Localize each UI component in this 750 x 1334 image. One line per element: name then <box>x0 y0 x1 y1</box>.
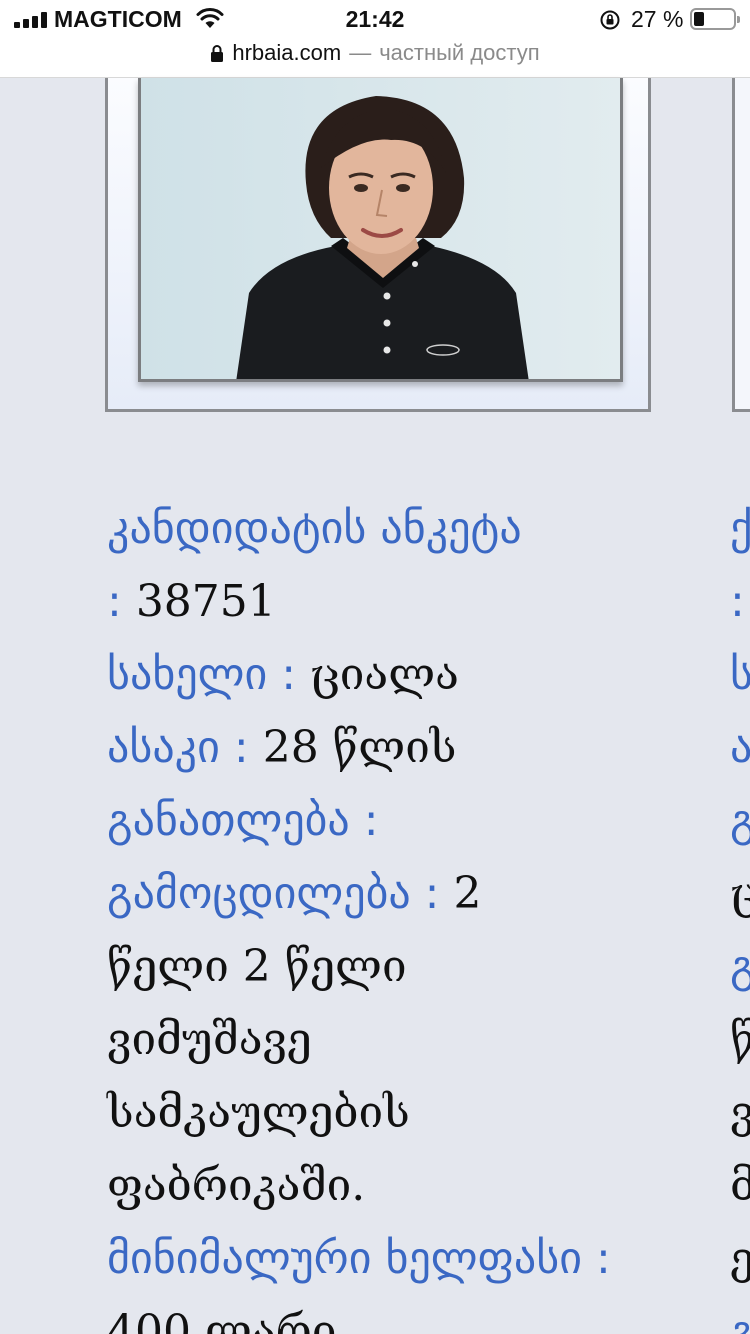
battery-icon <box>690 8 740 30</box>
name-value: ციალა <box>310 649 459 700</box>
next-candidate-frame[interactable] <box>732 78 750 412</box>
salary-row: მინიმალური ხელფასი : 400 ლარი <box>107 1222 647 1334</box>
lock-icon <box>211 44 224 62</box>
candidate-info: კანდიდატის ანკეტა : 38751 სახელი : ციალა… <box>107 492 647 1334</box>
name-row: სახელი : ციალა <box>107 649 459 700</box>
next-candidate-info-edge: ქ:საგცგწვმეგ <box>730 503 750 1334</box>
age-label: ასაკი <box>107 722 220 773</box>
salary-label: მინიმალური ხელფასი <box>107 1233 583 1284</box>
form-number-value-row: : 38751 <box>107 565 647 638</box>
form-number-row: კანდიდატის ანკეტა <box>107 492 647 565</box>
form-number: 38751 <box>135 576 276 627</box>
age-row: ასაკი : 28 წლის <box>107 722 457 773</box>
salary-value: 400 ლარი <box>107 1306 337 1334</box>
private-browsing-label: частный доступ <box>379 40 540 65</box>
experience-value: 2 წელი 2 წელი ვიმუშავე სამკაულების ფაბრი… <box>107 868 482 1211</box>
education-label: განათლება <box>107 795 350 846</box>
address-bar[interactable]: hrbaia.com — частный доступ <box>0 40 750 66</box>
education-row: განათლება : <box>107 795 379 846</box>
url-separator: — <box>349 40 372 65</box>
url-domain: hrbaia.com <box>232 40 342 65</box>
experience-row: გამოცდილება : 2 წელი 2 წელი ვიმუშავე სამ… <box>107 868 482 1211</box>
name-label: სახელი <box>107 649 268 700</box>
age-value: 28 წლის <box>262 722 457 773</box>
status-bar: MAGTICOM 21:42 27 % hrbaia.com — частный… <box>0 0 750 78</box>
candidate-photo <box>138 78 623 382</box>
experience-label: გამოცდილება <box>107 868 411 919</box>
rotation-lock-icon <box>600 10 620 30</box>
form-label: კანდიდატის ანკეტა <box>107 503 522 554</box>
candidate-photo-frame[interactable] <box>105 78 651 412</box>
battery-percent: 27 % <box>631 6 684 32</box>
form-colon: : <box>107 576 136 627</box>
